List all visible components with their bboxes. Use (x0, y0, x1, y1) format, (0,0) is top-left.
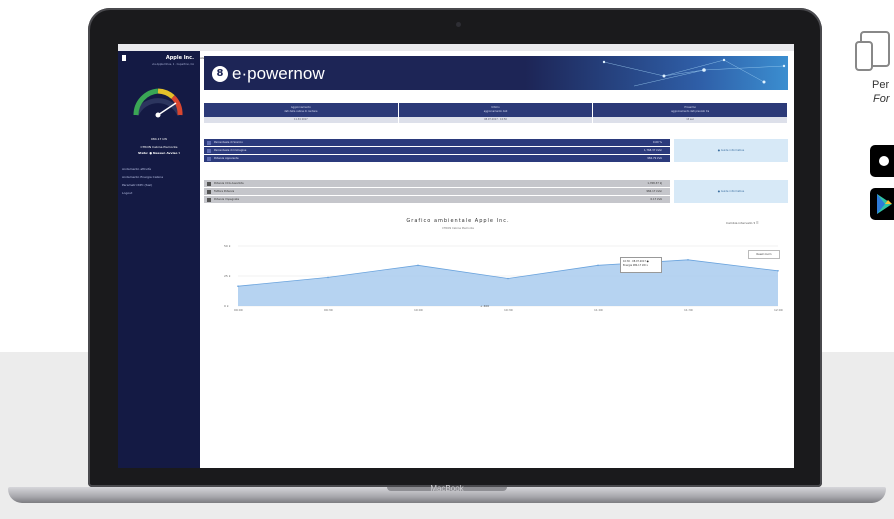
energy-metrics: Potenza CCG Assorbita 1,768.37 kJ Fattore… (204, 180, 670, 204)
area-series (238, 259, 778, 306)
promo-text: Per (872, 79, 890, 91)
data-point (777, 270, 779, 272)
table-row: Percentuale di Scarico 0.00 % (204, 139, 670, 146)
sidebar-item-energy[interactable]: Andamento Energia Cabina (122, 175, 163, 179)
google-play-button[interactable] (870, 188, 894, 220)
header-banner: 8 e·powernow (204, 56, 788, 90)
chart-title: Grafico ambientale Apple Inc. (406, 218, 510, 224)
promo-subtext: For (873, 93, 890, 105)
metric-icon (207, 189, 211, 194)
x-tick-label: 10:30 (504, 308, 513, 312)
metric-icon (207, 181, 211, 186)
x-tick-label: 12:00 (774, 308, 783, 312)
cabin-status[interactable]: Stato: ● Nessun Avviso ▾ (118, 151, 200, 155)
power-gauge (133, 88, 183, 118)
data-point (597, 264, 599, 267)
sidebar-item-logout[interactable]: Logout (122, 191, 132, 195)
y-tick-label: 25 k (224, 274, 231, 278)
apple-store-icon (879, 156, 889, 166)
company-address: via Apple Drive, 1 · Cupertino, CA (152, 63, 194, 66)
x-tick-label: 11:00 (594, 308, 603, 312)
info-next-update: Prossimo aggiornamento dati previsto tra… (593, 103, 788, 123)
tablet-phone-icon (855, 31, 890, 71)
laptop-brand: MacBook (430, 484, 464, 493)
table-row: Percentuale di Immagine 1,768.37 kVar (204, 147, 670, 154)
data-point (687, 259, 689, 261)
y-tick-label: 50 k (224, 244, 231, 248)
x-tick-label: 10:00 (414, 308, 423, 312)
table-row: Fattore Potenza 984.17 kVar (204, 188, 670, 195)
sidebar-item-rpc[interactable]: Parametri RPC (Siel) (122, 183, 152, 187)
bookmark-icon (122, 55, 126, 61)
chart-tooltip: 10:30 · 08.07.2017 ● Energia 984.17 kW ▾ (620, 257, 662, 273)
metric-icon (207, 148, 211, 153)
metric-icon (207, 197, 211, 202)
table-row: Potenza Impegnata 0.17 kVA (204, 196, 670, 203)
data-point (327, 276, 329, 279)
app-store-button[interactable] (870, 145, 894, 177)
metric-icon (207, 156, 211, 161)
info-strip: Aggiornamento dati della cabina di canti… (204, 103, 788, 123)
company-name: Apple Inc. (165, 55, 194, 61)
chart-subtitle: CTRON Cabina Piemonte (441, 227, 475, 230)
webcam-icon (456, 22, 461, 27)
info-guide-link[interactable]: ● Guide informative (674, 139, 788, 162)
info-last-update: Aggiornamento dati della cabina di canti… (204, 103, 398, 123)
google-play-icon (877, 194, 892, 214)
table-row: Potenza Apparente 984.79 kVA (204, 155, 670, 162)
x-tick-label: 11:30 (684, 308, 693, 312)
power-metrics: Percentuale di Scarico 0.00 % Percentuale… (204, 139, 670, 163)
x-axis-label: + 400 (480, 304, 490, 308)
logo-text: e·powernow (232, 64, 325, 83)
energy-area-chart[interactable]: 50 k 25 k 0 k 09:00 09:30 10:00 10:30 11:00 11:3… (204, 234, 788, 314)
cabin-status-name: CTRON Cabina Piemonte (140, 145, 178, 149)
info-guide-link[interactable]: ● Guide informative (674, 180, 788, 203)
macos-menubar: ● Safari File Modifica Vista Cronologia … (118, 44, 794, 60)
brand-logo[interactable]: 8 e·powernow (212, 64, 325, 84)
gauge-value: 984.17 kW (150, 137, 168, 141)
data-point (507, 277, 509, 280)
y-tick-label: 0 k (224, 304, 229, 308)
logo-mark-icon: 8 (212, 66, 228, 82)
data-point (237, 285, 239, 287)
laptop-screen: ● Safari File Modifica Vista Cronologia … (118, 44, 794, 468)
table-row: Potenza CCG Assorbita 1,768.37 kJ (204, 180, 670, 187)
metric-icon (207, 140, 211, 145)
chart-options-menu[interactable]: Cambia intervallo ▾ ☰ (726, 221, 759, 225)
x-tick-label: 09:30 (324, 308, 333, 312)
x-tick-label: 09:00 (234, 308, 243, 312)
sidebar-item-activity[interactable]: Andamento attività (122, 167, 151, 171)
info-latest-data: Ultimo aggiornamento dati 08.07.2017 · 1… (398, 103, 593, 123)
sidebar: Apple Inc. via Apple Drive, 1 · Cupertin… (118, 51, 200, 468)
data-point (417, 264, 419, 267)
